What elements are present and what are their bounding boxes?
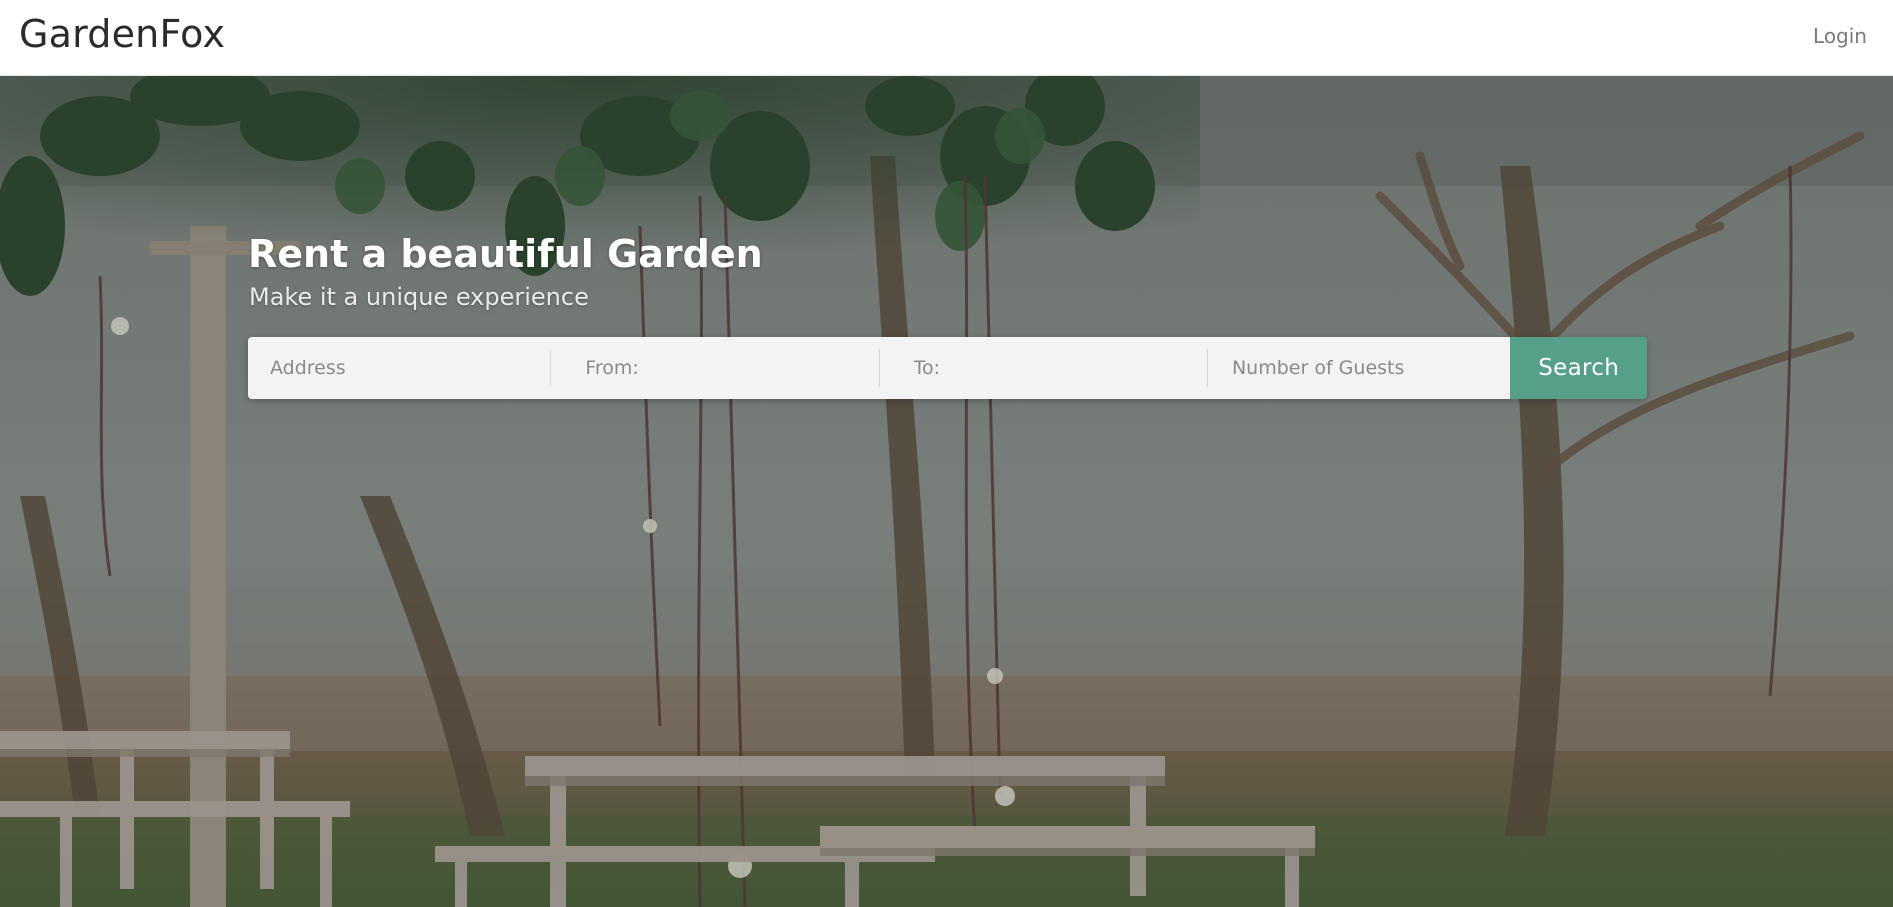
hero-section xyxy=(0,76,1893,907)
hero-title: Rent a beautiful Garden xyxy=(248,232,763,276)
guests-input[interactable] xyxy=(1207,337,1511,399)
navbar: GardenFox Login xyxy=(0,0,1893,76)
search-button[interactable]: Search xyxy=(1510,337,1647,399)
hero-subtitle: Make it a unique experience xyxy=(249,283,589,311)
login-link[interactable]: Login xyxy=(1813,24,1867,48)
search-form: Search xyxy=(248,337,1647,399)
brand-logo[interactable]: GardenFox xyxy=(19,12,225,56)
hero-overlay xyxy=(0,76,1893,907)
address-input[interactable] xyxy=(248,337,551,399)
from-date-input[interactable] xyxy=(551,337,879,399)
to-date-input[interactable] xyxy=(879,337,1207,399)
